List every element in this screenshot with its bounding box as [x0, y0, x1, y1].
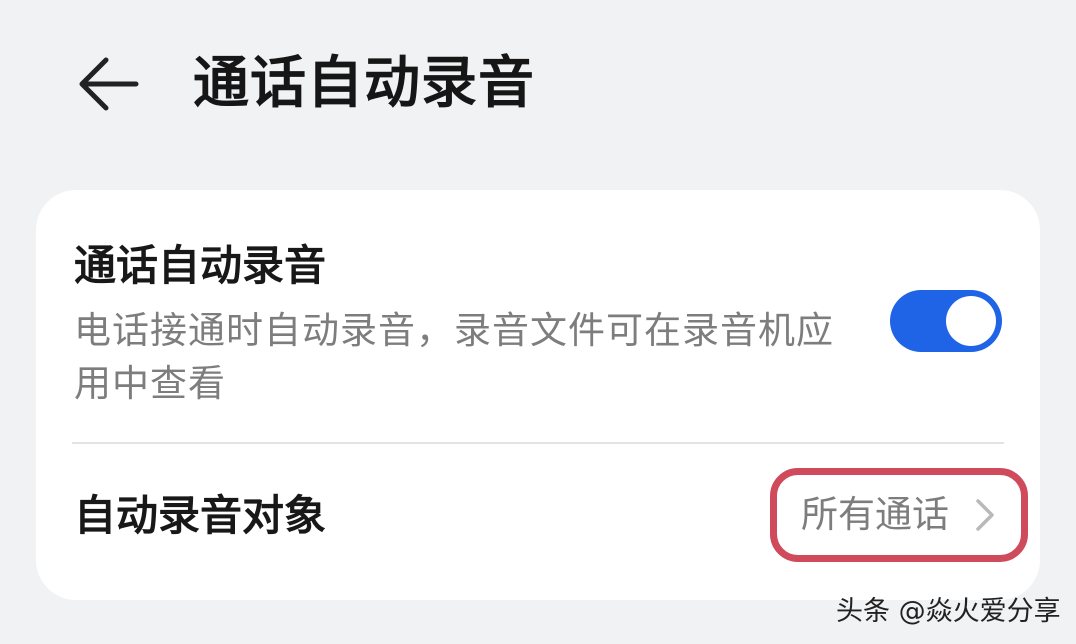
chevron-right-icon [976, 499, 994, 531]
arrow-left-icon [79, 57, 139, 111]
settings-card: 通话自动录音 电话接通时自动录音，录音文件可在录音机应用中查看 自动录音对象 所… [36, 190, 1040, 600]
auto-record-target-label: 自动录音对象 [74, 491, 327, 540]
auto-record-row: 通话自动录音 电话接通时自动录音，录音文件可在录音机应用中查看 [36, 190, 1040, 442]
watermark: 头条 @焱火爱分享 [836, 596, 1061, 627]
auto-record-description: 电话接通时自动录音，录音文件可在录音机应用中查看 [74, 309, 834, 405]
toggle-knob [946, 296, 996, 346]
header-bar: 通话自动录音 [0, 0, 1076, 170]
auto-record-toggle[interactable] [890, 290, 1002, 352]
back-button[interactable] [70, 48, 150, 118]
auto-record-target-row[interactable]: 自动录音对象 所有通话 [36, 444, 1040, 600]
auto-record-title: 通话自动录音 [74, 241, 327, 290]
page-title: 通话自动录音 [193, 51, 535, 116]
auto-record-target-value: 所有通话 [801, 493, 949, 536]
highlight-frame: 所有通话 [770, 468, 1028, 562]
